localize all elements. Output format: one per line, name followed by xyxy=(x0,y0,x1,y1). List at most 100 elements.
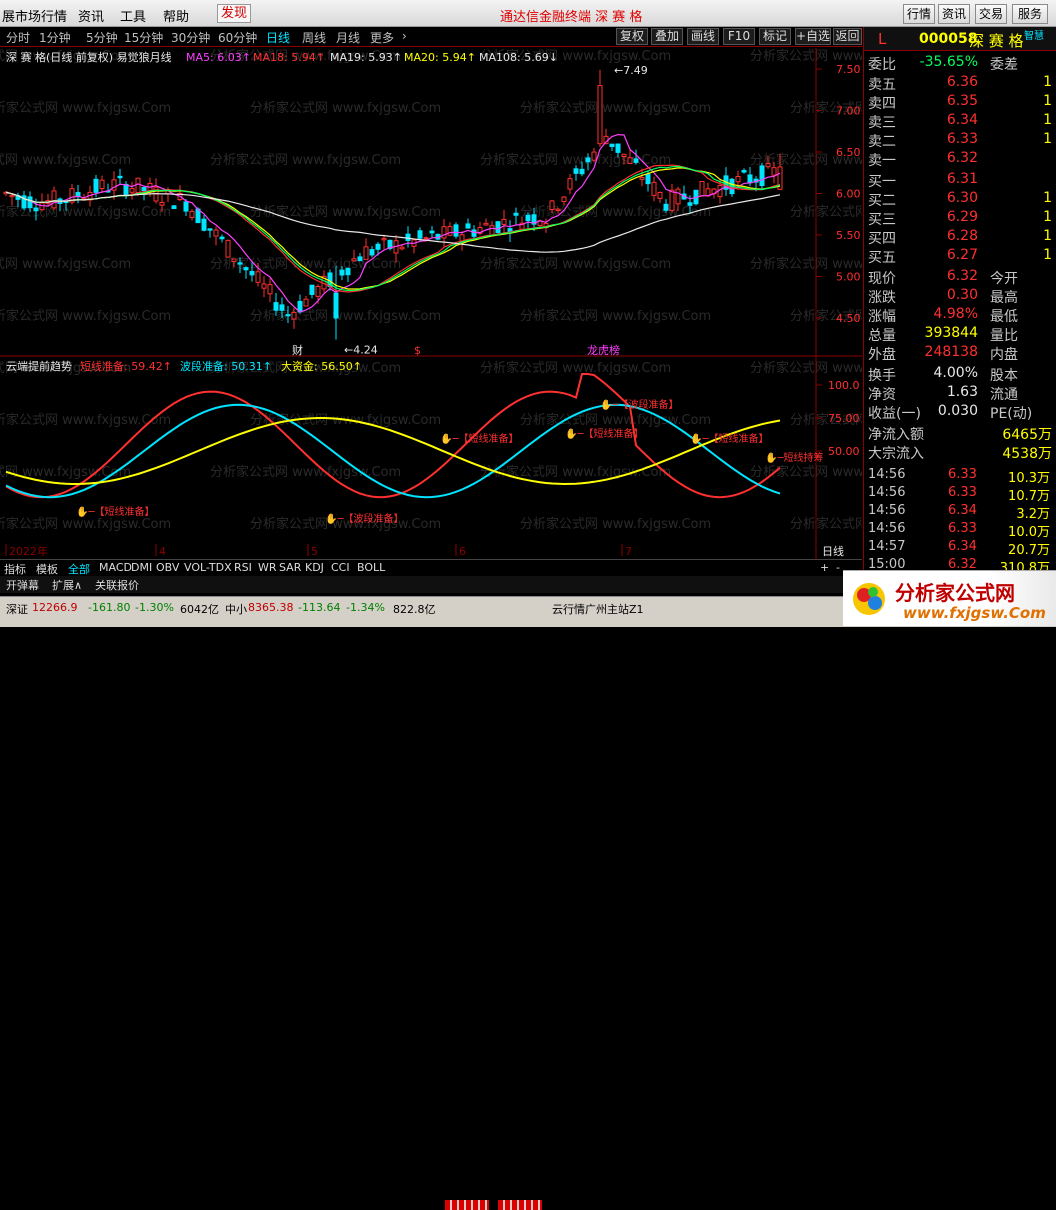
zoom-in-icon[interactable]: + xyxy=(820,561,829,574)
legend-ma18: MA18: 5.94↑ xyxy=(253,51,325,64)
tab-all[interactable]: 全部 xyxy=(68,561,90,577)
expand-button[interactable]: 扩展∧ xyxy=(52,577,82,593)
tab-dmi[interactable]: DMI xyxy=(131,561,152,574)
signal-label: ✋─【短线准备】 xyxy=(690,432,768,445)
candle-body xyxy=(453,224,459,237)
restore-button[interactable]: 复权 xyxy=(616,28,648,45)
candle-body xyxy=(687,202,693,206)
tab-cci[interactable]: CCI xyxy=(331,561,350,574)
candle-body xyxy=(465,223,471,229)
watermark-layer: 分析家公式网 www.fxjgsw.Com 分析家公式网 www.fxjgsw.C… xyxy=(0,48,862,532)
chart-area[interactable]: 分析家公式网 www.fxjgsw.Com 分析家公式网 www.fxjgsw.C… xyxy=(0,48,862,570)
main-legend-name: 深 赛 格(日线 前复权) 易觉狼月线 xyxy=(6,50,172,64)
watermark-text: 分析家公式网 www.fxjgsw.Com xyxy=(210,152,401,168)
candle-body xyxy=(525,214,531,222)
period-more[interactable]: 更多 xyxy=(370,29,394,46)
candle-body xyxy=(369,249,375,256)
candle-body xyxy=(33,207,39,212)
candle-body xyxy=(663,203,669,211)
watermark-text: 分析家公式网 www.fxjgsw.Com xyxy=(210,464,401,480)
period-monthly[interactable]: 月线 xyxy=(336,29,360,46)
candle-body xyxy=(735,176,741,183)
candle-body xyxy=(375,243,381,250)
signal-label: ✋─【短线准备】 xyxy=(565,427,643,440)
server-label[interactable]: 云行情广州主站Z1 xyxy=(552,601,644,617)
tab-obv[interactable]: OBV xyxy=(156,561,179,574)
market-breadth-bar xyxy=(445,1200,489,1210)
candle-body xyxy=(285,314,291,317)
period-5min[interactable]: 5分钟 xyxy=(86,29,118,46)
tab-template[interactable]: 模板 xyxy=(36,561,58,577)
service-button[interactable]: 服务 xyxy=(1012,4,1048,24)
stock-tag[interactable]: 智慧 xyxy=(1024,27,1044,42)
candle-body xyxy=(309,284,315,295)
menu-discover[interactable]: 发现 xyxy=(217,4,252,23)
zx-index-label[interactable]: 中小 xyxy=(225,601,247,617)
menu-market[interactable]: 展市场行情 xyxy=(2,6,67,25)
candle-body xyxy=(429,230,435,234)
period-60min[interactable]: 60分钟 xyxy=(218,29,257,46)
bid-row: 买三 6.29 1 xyxy=(868,209,1052,228)
period-daily[interactable]: 日线 xyxy=(266,29,290,46)
legend-ma5: MA5: 6.03↑ xyxy=(186,51,251,64)
menu-tools[interactable]: 工具 xyxy=(120,6,146,25)
tab-boll[interactable]: BOLL xyxy=(357,561,385,574)
overlay-button[interactable]: 叠加 xyxy=(651,28,683,45)
period-30min[interactable]: 30分钟 xyxy=(171,29,210,46)
watermark-text: 分析家公式网 www.fxjgsw.Com xyxy=(0,100,171,116)
tab-rsi[interactable]: RSI xyxy=(234,561,252,574)
zoom-out-icon[interactable]: - xyxy=(836,561,840,574)
menu-help[interactable]: 帮助 xyxy=(163,6,189,25)
marker-dragon-tiger[interactable]: 龙虎榜 xyxy=(587,343,620,357)
quote-button[interactable]: 行情 xyxy=(903,4,935,24)
tab-vol-tdx[interactable]: VOL-TDX xyxy=(184,561,232,574)
danmaku-button[interactable]: 开弹幕 xyxy=(6,577,39,593)
tab-sar[interactable]: SAR xyxy=(279,561,301,574)
tab-wr[interactable]: WR xyxy=(258,561,277,574)
related-quote-button[interactable]: 关联报价 xyxy=(95,577,139,593)
marker-dividend[interactable]: $ xyxy=(414,344,421,357)
draw-button[interactable]: 画线 xyxy=(687,28,719,45)
candle-body xyxy=(279,304,285,311)
period-1min[interactable]: 1分钟 xyxy=(39,29,71,46)
menu-news[interactable]: 资讯 xyxy=(78,6,104,25)
candle-body xyxy=(135,177,141,193)
period-15min[interactable]: 15分钟 xyxy=(124,29,163,46)
candle-body xyxy=(123,183,129,196)
tab-kdj[interactable]: KDJ xyxy=(305,561,324,574)
tab-indicator[interactable]: 指标 xyxy=(4,561,26,577)
legend-ma19: MA19: 5.93↑ xyxy=(330,51,402,64)
candle-body xyxy=(501,218,507,225)
trade-button[interactable]: 交易 xyxy=(975,4,1007,24)
period-weekly[interactable]: 周线 xyxy=(302,29,326,46)
candle-body xyxy=(657,191,663,199)
stat-row: 现价 6.32 今开 xyxy=(868,268,1018,287)
candle-body xyxy=(627,157,633,164)
candle-body xyxy=(267,284,273,295)
marker-finance[interactable]: 财 xyxy=(292,343,303,357)
period-label: 日线 xyxy=(822,544,844,558)
sz-index-label[interactable]: 深证 xyxy=(6,601,28,617)
candle-body xyxy=(315,286,321,297)
candle-body xyxy=(633,158,639,163)
candle-body xyxy=(669,189,675,211)
add-watchlist-button[interactable]: +自选 xyxy=(795,28,831,45)
candle-body xyxy=(99,179,105,189)
period-intraday[interactable]: 分时 xyxy=(6,29,30,46)
stat-row: 换手 4.00% 股本 xyxy=(868,365,1018,384)
back-button[interactable]: 返回 xyxy=(833,28,862,45)
tab-macd[interactable]: MACD xyxy=(99,561,132,574)
mark-button[interactable]: 标记 xyxy=(759,28,791,45)
price-tick-label: 5.00 xyxy=(836,271,861,284)
signal-label: ✋─【短线准备】 xyxy=(440,432,518,445)
price-tick-label: 6.50 xyxy=(836,146,861,159)
period-expand-icon[interactable]: › xyxy=(402,29,407,43)
legend-short: 短线准备: 59.42↑ xyxy=(80,359,172,373)
candle-body xyxy=(771,167,777,176)
news-button[interactable]: 资讯 xyxy=(938,4,970,24)
price-tick-label: 6.00 xyxy=(836,188,861,201)
sz-index-value: 12266.9 xyxy=(32,601,78,614)
f10-button[interactable]: F10 xyxy=(723,28,755,45)
watermark-text: 分析家公式网 www.fxjgsw.Com xyxy=(0,152,131,168)
candle-body xyxy=(207,228,213,231)
